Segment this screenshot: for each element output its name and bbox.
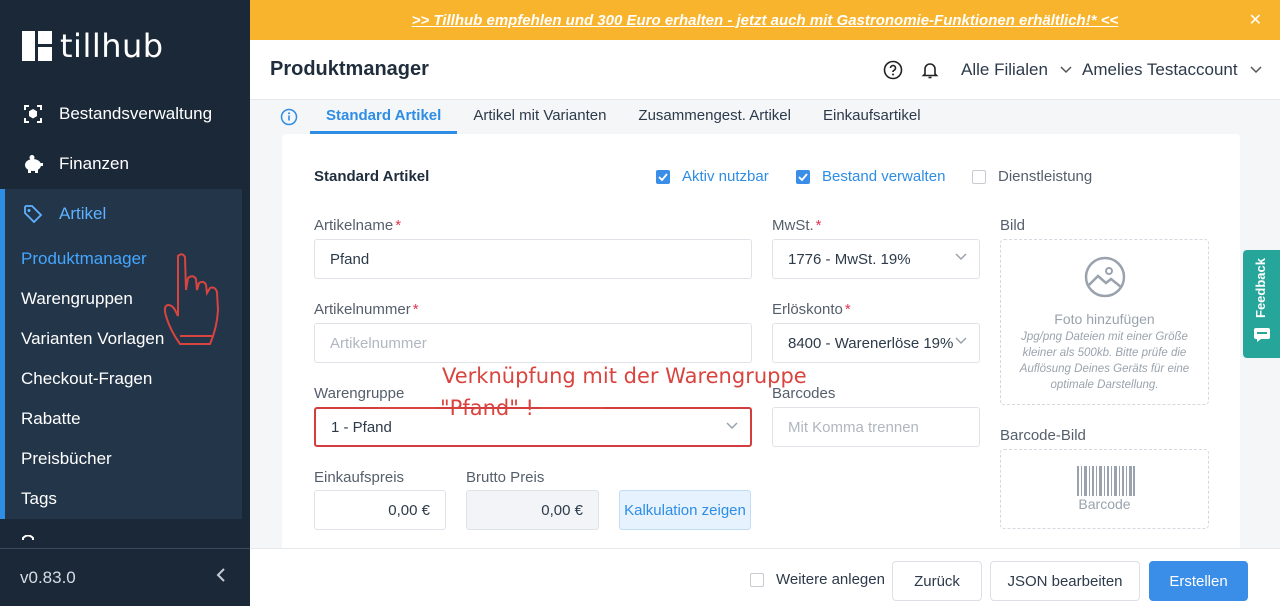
account-dropdown-label: Amelies Testaccount bbox=[1082, 60, 1238, 79]
chevron-down-icon bbox=[1250, 66, 1262, 74]
promo-link[interactable]: >> Tillhub empfehlen und 300 Euro erhalt… bbox=[412, 12, 1119, 29]
checkbox-weitere-anlegen[interactable]: Weitere anlegen bbox=[750, 571, 885, 588]
sidebar-item-preisbuecher[interactable]: Preisbücher bbox=[5, 439, 242, 479]
zurueck-button[interactable]: Zurück bbox=[892, 561, 982, 601]
chevron-down-icon bbox=[955, 253, 967, 261]
promo-banner: >> Tillhub empfehlen und 300 Euro erhalt… bbox=[250, 0, 1280, 40]
artikelnummer-input[interactable]: Artikelnummer bbox=[314, 323, 752, 363]
erloeskonto-value: 8400 - Warenerlöse 19% bbox=[788, 334, 954, 352]
checkbox-label: Aktiv nutzbar bbox=[682, 168, 769, 185]
sidebar-next-item-icon bbox=[20, 532, 40, 540]
sidebar-footer: v0.83.0 bbox=[0, 548, 250, 606]
kalkulation-zeigen-button[interactable]: Kalkulation zeigen bbox=[619, 490, 751, 530]
barcode-image-area[interactable]: Barcode bbox=[1000, 449, 1209, 529]
app-version: v0.83.0 bbox=[20, 567, 76, 587]
product-type-tabs: Standard Artikel Artikel mit Varianten Z… bbox=[280, 104, 937, 134]
mwst-select[interactable]: 1776 - MwSt. 19% bbox=[772, 239, 980, 279]
sidebar-item-tags[interactable]: Tags bbox=[5, 479, 242, 519]
branch-dropdown[interactable]: Alle Filialen bbox=[961, 60, 1072, 80]
chevron-down-icon bbox=[955, 337, 967, 345]
sidebar-item-artikel[interactable]: Artikel bbox=[5, 194, 242, 234]
erloeskonto-label: Erlöskonto * bbox=[772, 301, 851, 318]
warengruppe-label: Warengruppe bbox=[314, 385, 405, 402]
bild-label: Bild bbox=[1000, 217, 1026, 234]
form-title: Standard Artikel bbox=[314, 168, 430, 185]
artikelname-label: Artikelname * bbox=[314, 217, 402, 234]
image-upload-title: Foto hinzufügen bbox=[1054, 311, 1155, 327]
info-icon[interactable] bbox=[280, 108, 298, 126]
tab-zusammengest-artikel[interactable]: Zusammengest. Artikel bbox=[622, 107, 807, 134]
artikelname-input[interactable]: Pfand bbox=[314, 239, 752, 279]
mwst-value: 1776 - MwSt. 19% bbox=[788, 250, 911, 268]
checkbox-label: Weitere anlegen bbox=[776, 571, 885, 588]
brutto-preis-label: Brutto Preis bbox=[466, 469, 545, 486]
checkbox-dienstleistung[interactable]: Dienstleistung bbox=[972, 168, 1092, 185]
account-dropdown[interactable]: Amelies Testaccount bbox=[1082, 60, 1262, 80]
barcode-placeholder: Barcode bbox=[1078, 496, 1131, 512]
product-form-card: Standard Artikel Aktiv nutzbar Bestand v… bbox=[282, 134, 1240, 564]
sidebar-item-checkout-fragen[interactable]: Checkout-Fragen bbox=[5, 359, 242, 399]
chat-icon bbox=[1254, 328, 1270, 342]
image-upload-hint: Jpg/png Dateien mit einer Größe kleiner … bbox=[1019, 331, 1190, 391]
sidebar-item-finanzen[interactable]: Finanzen bbox=[0, 144, 250, 184]
bell-icon[interactable] bbox=[920, 60, 940, 80]
inventory-icon bbox=[22, 103, 44, 125]
help-icon[interactable] bbox=[883, 60, 903, 80]
image-upload-area[interactable]: Foto hinzufügen Jpg/png Dateien mit eine… bbox=[1000, 239, 1209, 405]
sidebar-group-artikel: Artikel Produktmanager Warengruppen Vari… bbox=[0, 189, 242, 519]
collapse-sidebar-icon[interactable] bbox=[216, 567, 226, 588]
barcode-icon bbox=[1077, 466, 1135, 496]
sidebar-item-rabatte[interactable]: Rabatte bbox=[5, 399, 242, 439]
checkbox-checked-icon bbox=[656, 169, 670, 184]
annotation-line-2: "Pfand" ! bbox=[440, 396, 534, 420]
logo-text: tillhub bbox=[60, 27, 164, 65]
sidebar: tillhub Bestandsverwaltung Finanzen Arti… bbox=[0, 0, 250, 606]
branch-dropdown-label: Alle Filialen bbox=[961, 60, 1048, 79]
page-title: Produktmanager bbox=[270, 58, 429, 80]
sidebar-item-label: Artikel bbox=[59, 204, 107, 223]
sidebar-item-bestandsverwaltung[interactable]: Bestandsverwaltung bbox=[0, 94, 250, 134]
page-header: Produktmanager Alle Filialen Amelies Tes… bbox=[250, 40, 1280, 100]
barcode-bild-label: Barcode-Bild bbox=[1000, 427, 1086, 444]
checkbox-label: Dienstleistung bbox=[998, 168, 1093, 185]
feedback-label: Feedback bbox=[1253, 258, 1268, 318]
annotation-underline-left bbox=[378, 407, 438, 409]
sidebar-item-label: Bestandsverwaltung bbox=[59, 104, 213, 123]
tag-icon bbox=[22, 203, 44, 225]
checkbox-unchecked-icon bbox=[750, 572, 764, 587]
chevron-down-icon bbox=[726, 422, 738, 430]
mwst-label: MwSt. * bbox=[772, 217, 822, 234]
image-placeholder-icon bbox=[1084, 256, 1126, 298]
checkbox-label: Bestand verwalten bbox=[822, 168, 946, 185]
sidebar-item-label: Finanzen bbox=[59, 154, 129, 173]
close-icon[interactable]: ✕ bbox=[1249, 10, 1262, 30]
annotation-underline-right bbox=[540, 407, 604, 409]
einkaufspreis-input[interactable]: 0,00 € bbox=[314, 490, 446, 530]
tab-standard-artikel[interactable]: Standard Artikel bbox=[310, 107, 458, 134]
logo[interactable]: tillhub bbox=[22, 27, 164, 65]
logo-mark-icon bbox=[22, 31, 52, 61]
checkbox-unchecked-icon bbox=[972, 169, 986, 184]
annotation-line-1: Verknüpfung mit der Warengruppe bbox=[442, 364, 807, 388]
brutto-preis-input: 0,00 € bbox=[466, 490, 599, 530]
json-bearbeiten-button[interactable]: JSON bearbeiten bbox=[990, 561, 1140, 601]
tab-einkaufsartikel[interactable]: Einkaufsartikel bbox=[807, 107, 937, 134]
einkaufspreis-label: Einkaufspreis bbox=[314, 469, 405, 486]
checkbox-aktiv-nutzbar[interactable]: Aktiv nutzbar bbox=[656, 168, 769, 185]
pointing-hand-icon bbox=[163, 253, 220, 345]
feedback-tab[interactable]: Feedback bbox=[1243, 250, 1280, 358]
form-footer: Weitere anlegen Zurück JSON bearbeiten E… bbox=[250, 548, 1280, 606]
warengruppe-value: 1 - Pfand bbox=[331, 418, 392, 436]
tab-artikel-mit-varianten[interactable]: Artikel mit Varianten bbox=[457, 107, 622, 134]
artikelnummer-label: Artikelnummer * bbox=[314, 301, 419, 318]
piggy-bank-icon bbox=[22, 153, 44, 175]
barcodes-input[interactable]: Mit Komma trennen bbox=[772, 407, 980, 447]
erstellen-button[interactable]: Erstellen bbox=[1149, 561, 1248, 601]
chevron-down-icon bbox=[1060, 66, 1072, 74]
checkbox-checked-icon bbox=[796, 169, 810, 184]
erloeskonto-select[interactable]: 8400 - Warenerlöse 19% bbox=[772, 323, 980, 363]
checkbox-bestand-verwalten[interactable]: Bestand verwalten bbox=[796, 168, 945, 185]
